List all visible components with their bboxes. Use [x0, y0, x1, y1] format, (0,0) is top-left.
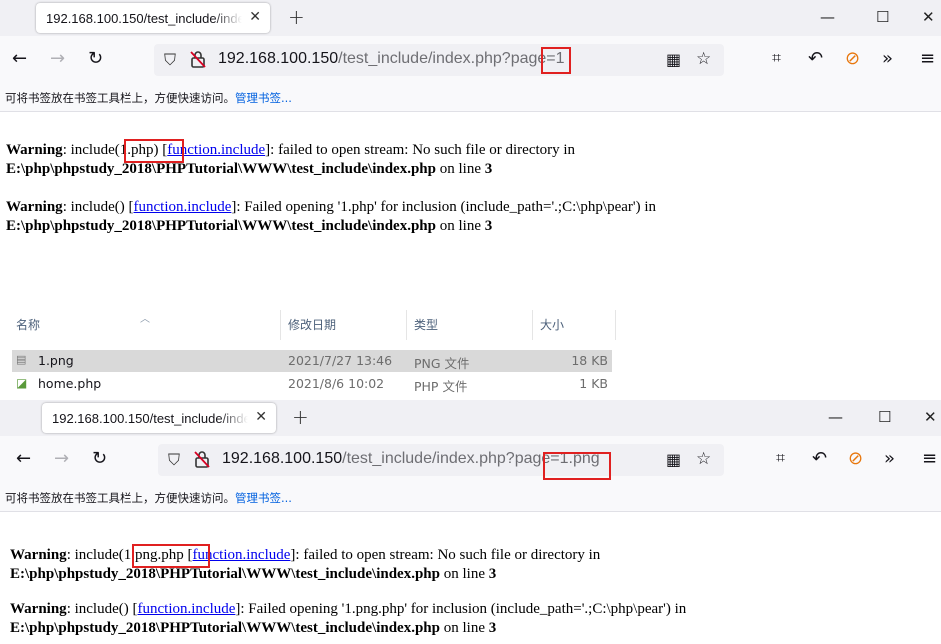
reload-icon[interactable]: ↻: [92, 448, 107, 469]
extension-icon[interactable]: ⊘: [848, 448, 863, 469]
bookmark-star-icon[interactable]: ☆: [696, 449, 711, 469]
file-type: PNG 文件: [414, 356, 470, 371]
file-row-png[interactable]: ▤ 1.png 2021/7/27 13:46 PNG 文件 18 KB: [12, 350, 612, 372]
column-header-type[interactable]: 类型: [414, 316, 438, 333]
file-name: home.php: [38, 376, 102, 391]
reload-icon[interactable]: ↻: [88, 48, 103, 69]
forward-icon[interactable]: →: [50, 48, 65, 69]
tab-close-icon[interactable]: ✕: [255, 409, 267, 425]
menu-icon[interactable]: ≡: [922, 448, 937, 469]
column-header-name[interactable]: 名称: [16, 316, 40, 333]
file-name: 1.png: [38, 353, 74, 368]
undo-icon[interactable]: ↶: [808, 48, 823, 69]
doc-link[interactable]: function.include: [138, 601, 236, 617]
shield-icon[interactable]: ⛉: [164, 50, 176, 70]
close-window-icon[interactable]: ✕: [924, 408, 937, 426]
bookmarks-hint: 可将书签放在书签工具栏上，方便快速访问。: [5, 91, 235, 105]
maximize-icon[interactable]: ☐: [876, 8, 889, 26]
manage-bookmarks-link[interactable]: 管理书签...: [235, 491, 292, 505]
file-size: 1 KB: [579, 376, 608, 391]
crop-icon[interactable]: ⌗: [772, 48, 781, 68]
close-window-icon[interactable]: ✕: [922, 8, 935, 26]
image-file-icon: ▤: [16, 353, 27, 366]
file-row-php[interactable]: ◪ home.php 2021/8/6 10:02 PHP 文件 1 KB: [12, 373, 612, 395]
insecure-lock-icon[interactable]: [194, 450, 210, 468]
shield-icon[interactable]: ⛉: [168, 450, 180, 470]
column-header-date[interactable]: 修改日期: [288, 316, 336, 333]
overflow-icon[interactable]: »: [882, 48, 893, 69]
tab-close-icon[interactable]: ✕: [249, 9, 261, 25]
forward-icon[interactable]: →: [54, 448, 69, 469]
tab-active[interactable]: 192.168.100.150/test_include/index.php?p…: [36, 3, 270, 33]
tab-title: 192.168.100.150/test_include/index.php?p…: [52, 410, 248, 426]
file-date: 2021/7/27 13:46: [288, 353, 393, 368]
highlight-box-arg: [124, 139, 184, 163]
extension-icon[interactable]: ⊘: [845, 48, 860, 69]
sort-arrow-icon: ︿: [140, 314, 150, 325]
file-explorer: ︿ 名称 修改日期 类型 大小 ▤ 1.png 2021/7/27 13:46 …: [0, 290, 941, 400]
browser-window-1: 192.168.100.150/test_include/index.php?p…: [0, 0, 941, 290]
back-icon[interactable]: ←: [16, 448, 31, 469]
warning-message-2: Warning: include() [function.include]: F…: [6, 199, 656, 234]
url-bar[interactable]: ⛉ 192.168.100.150/test_include/index.php…: [158, 444, 724, 476]
manage-bookmarks-link[interactable]: 管理书签...: [235, 91, 292, 105]
tab-active[interactable]: 192.168.100.150/test_include/index.php?p…: [42, 403, 276, 433]
new-tab-icon[interactable]: +: [288, 5, 305, 29]
tab-bar: 192.168.100.150/test_include/index.php?p…: [0, 0, 941, 36]
file-type: PHP 文件: [414, 379, 468, 394]
column-header-size[interactable]: 大小: [540, 316, 564, 333]
qr-code-icon[interactable]: ▦: [666, 450, 681, 469]
crop-icon[interactable]: ⌗: [776, 448, 785, 468]
php-file-icon: ◪: [16, 376, 28, 390]
insecure-lock-icon[interactable]: [190, 50, 206, 68]
bookmark-star-icon[interactable]: ☆: [696, 49, 711, 69]
maximize-icon[interactable]: ☐: [878, 408, 891, 426]
file-size: 18 KB: [571, 353, 608, 368]
tab-title: 192.168.100.150/test_include/index.php?p…: [46, 10, 242, 26]
menu-icon[interactable]: ≡: [920, 48, 935, 69]
nav-bar: ← → ↻ ⛉ 192.168.100.150/test_include/ind…: [0, 36, 941, 84]
minimize-icon[interactable]: —: [828, 408, 843, 426]
overflow-icon[interactable]: »: [884, 448, 895, 469]
highlight-box-url: [541, 47, 571, 74]
warning-message-2: Warning: include() [function.include]: F…: [10, 601, 687, 636]
bookmarks-bar: 可将书签放在书签工具栏上，方便快速访问。管理书签...: [0, 484, 941, 512]
nav-bar: ← → ↻ ⛉ 192.168.100.150/test_include/ind…: [0, 436, 941, 484]
browser-window-2: 192.168.100.150/test_include/index.php?p…: [0, 400, 941, 644]
url-bar[interactable]: ⛉ 192.168.100.150/test_include/index.php…: [154, 44, 724, 76]
undo-icon[interactable]: ↶: [812, 448, 827, 469]
bookmarks-bar: 可将书签放在书签工具栏上，方便快速访问。管理书签...: [0, 84, 941, 112]
file-date: 2021/8/6 10:02: [288, 376, 385, 391]
doc-link[interactable]: function.include: [134, 199, 232, 215]
minimize-icon[interactable]: —: [820, 8, 835, 26]
tab-bar: 192.168.100.150/test_include/index.php?p…: [0, 400, 941, 436]
new-tab-icon[interactable]: +: [292, 405, 309, 429]
url-text[interactable]: 192.168.100.150/test_include/index.php?p…: [218, 50, 565, 68]
bookmarks-hint: 可将书签放在书签工具栏上，方便快速访问。: [5, 491, 235, 505]
highlight-box-url: [543, 452, 611, 480]
back-icon[interactable]: ←: [12, 48, 27, 69]
highlight-box-arg: [132, 544, 210, 568]
qr-code-icon[interactable]: ▦: [666, 50, 681, 69]
